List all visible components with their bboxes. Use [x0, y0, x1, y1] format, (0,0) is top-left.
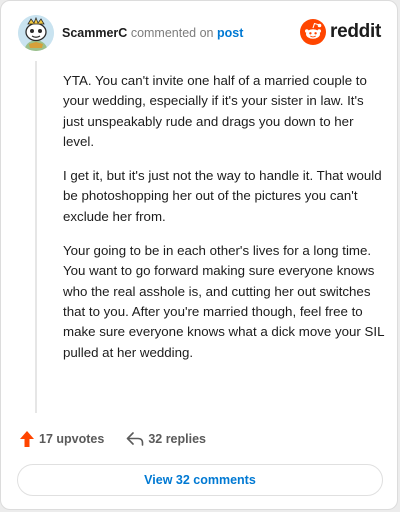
- comment-body: YTA. You can't invite one half of a marr…: [63, 71, 385, 377]
- brand-wordmark: reddit: [330, 21, 381, 42]
- upvote-arrow-icon: [20, 431, 34, 447]
- user-avatar[interactable]: [18, 15, 54, 51]
- reply-arrow-icon: [127, 432, 144, 446]
- reddit-logo-icon: [300, 19, 327, 45]
- comment-paragraph: YTA. You can't invite one half of a marr…: [63, 73, 367, 149]
- action-text: commented on: [130, 26, 214, 40]
- thread-line[interactable]: [35, 61, 37, 413]
- comment-meta: ScammerC commented on post: [62, 26, 243, 40]
- snoo-avatar-icon: [18, 15, 54, 51]
- comment-header: ScammerC commented on post reddit: [18, 15, 381, 51]
- comment-paragraph: I get it, but it's just not the way to h…: [63, 168, 382, 224]
- username-link[interactable]: ScammerC: [62, 26, 127, 40]
- comment-actions: 17 upvotes 32 replies: [19, 429, 206, 449]
- view-comments-button[interactable]: View 32 comments: [17, 464, 383, 496]
- comment-paragraph: Your going to be in each other's lives f…: [63, 243, 384, 360]
- reply-count: 32 replies: [148, 432, 206, 446]
- upvote-count: 17 upvotes: [39, 432, 105, 446]
- upvote-button[interactable]: 17 upvotes: [19, 430, 104, 448]
- replies-button[interactable]: 32 replies: [126, 431, 206, 447]
- comment-card: ScammerC commented on post reddit YTA. Y…: [0, 0, 398, 510]
- post-link[interactable]: post: [217, 26, 243, 40]
- reddit-brand[interactable]: reddit: [300, 19, 381, 45]
